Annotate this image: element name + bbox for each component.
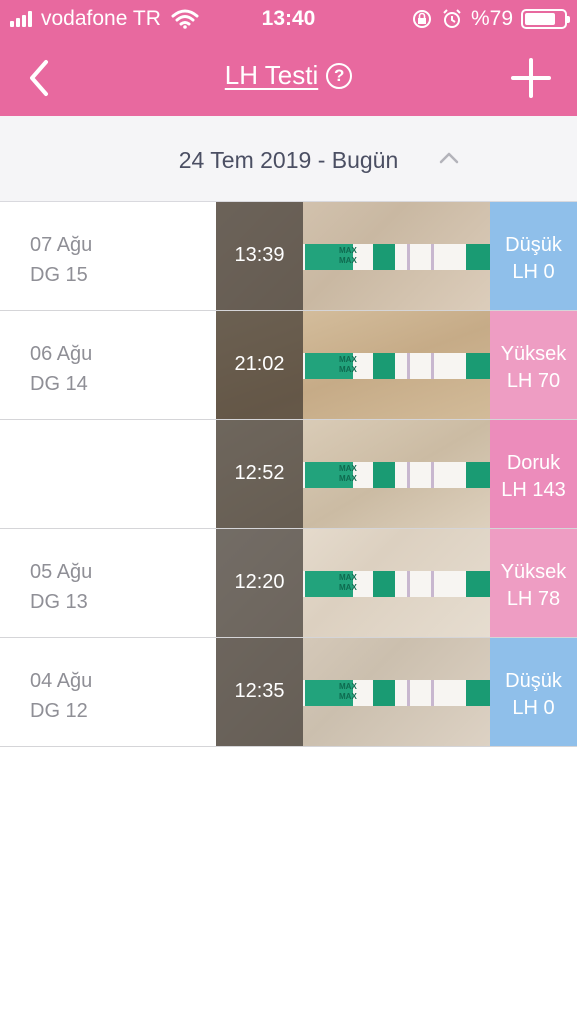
battery-icon: [521, 9, 570, 29]
test-entry[interactable]: MAX MAX 12:35 Düşük LH 0: [0, 638, 577, 746]
test-time: 13:39: [234, 244, 285, 266]
test-time: 21:02: [234, 353, 285, 375]
lh-result-label: Düşük: [505, 234, 562, 256]
lh-result-label: Yüksek: [500, 561, 567, 583]
day-group: 05 Ağu DG 13 MAX MAX 12:20 Yüksek LH 78: [0, 529, 577, 638]
test-time: 12:35: [234, 680, 285, 702]
lh-value: LH 0: [512, 261, 555, 283]
lh-value: LH 143: [501, 479, 566, 501]
status-right: %79: [411, 7, 570, 31]
title-wrap: LH Testi?: [0, 60, 577, 91]
nav-bar: LH Testi?: [0, 38, 577, 116]
add-icon[interactable]: [511, 58, 551, 98]
lh-result-label: Yüksek: [500, 343, 567, 365]
lh-result-label: Doruk: [506, 452, 561, 474]
page-title[interactable]: LH Testi: [225, 60, 318, 90]
lh-value: LH 78: [506, 588, 561, 610]
test-strip-image: MAX MAX: [303, 571, 490, 597]
lh-result-badge: Düşük LH 0: [490, 202, 577, 310]
test-entry[interactable]: MAX MAX 13:39 Düşük LH 0: [0, 202, 577, 310]
test-time: 12:52: [234, 462, 285, 484]
test-strip-image: MAX MAX: [303, 353, 490, 379]
test-entry[interactable]: MAX MAX 12:52 Doruk LH 143: [0, 419, 577, 528]
test-photo[interactable]: MAX MAX 12:20: [216, 529, 490, 637]
help-icon[interactable]: ?: [326, 63, 353, 89]
lh-value: LH 70: [506, 370, 561, 392]
test-photo[interactable]: MAX MAX 12:52: [216, 420, 490, 528]
test-photo[interactable]: MAX MAX 21:02: [216, 311, 490, 419]
battery-percent: %79: [470, 7, 513, 30]
day-group: 04 Ağu DG 12 MAX MAX 12:35 Düşük LH 0: [0, 638, 577, 747]
test-photo[interactable]: MAX MAX 12:35: [216, 638, 490, 746]
test-strip-image: MAX MAX: [303, 462, 490, 488]
test-strip-image: MAX MAX: [303, 244, 490, 270]
day-group: 06 Ağu DG 14 MAX MAX 21:02 Yüksek LH 70 MAX MAX 1…: [0, 311, 577, 529]
day-group: 07 Ağu DG 15 MAX MAX 13:39 Düşük LH 0: [0, 202, 577, 311]
alarm-icon: [443, 9, 461, 28]
lh-value: LH 0: [512, 697, 555, 719]
test-entry[interactable]: MAX MAX 12:20 Yüksek LH 78: [0, 529, 577, 637]
lh-result-badge: Düşük LH 0: [490, 638, 577, 746]
lh-result-label: Düşük: [505, 670, 562, 692]
header: vodafone TR 13:40 %79 LH Testi ?: [0, 0, 577, 116]
date-range-bar[interactable]: 24 Tem 2019 - Bugün: [0, 116, 577, 202]
lh-result-badge: Yüksek LH 78: [490, 529, 577, 637]
lh-result-badge: Doruk LH 143: [490, 420, 577, 528]
test-entry[interactable]: MAX MAX 21:02 Yüksek LH 70: [0, 311, 577, 419]
test-list: 07 Ağu DG 15 MAX MAX 13:39 Düşük LH 0 06 Ağu DG …: [0, 202, 577, 747]
test-photo[interactable]: MAX MAX 13:39: [216, 202, 490, 310]
status-bar: vodafone TR 13:40 %79: [0, 0, 577, 38]
chevron-up-icon[interactable]: [438, 150, 460, 164]
lh-result-badge: Yüksek LH 70: [490, 311, 577, 419]
test-time: 12:20: [234, 571, 285, 593]
date-range-label: 24 Tem 2019 - Bugün: [178, 147, 399, 173]
rotation-lock-icon: [412, 10, 431, 28]
test-strip-image: MAX MAX: [303, 680, 490, 706]
